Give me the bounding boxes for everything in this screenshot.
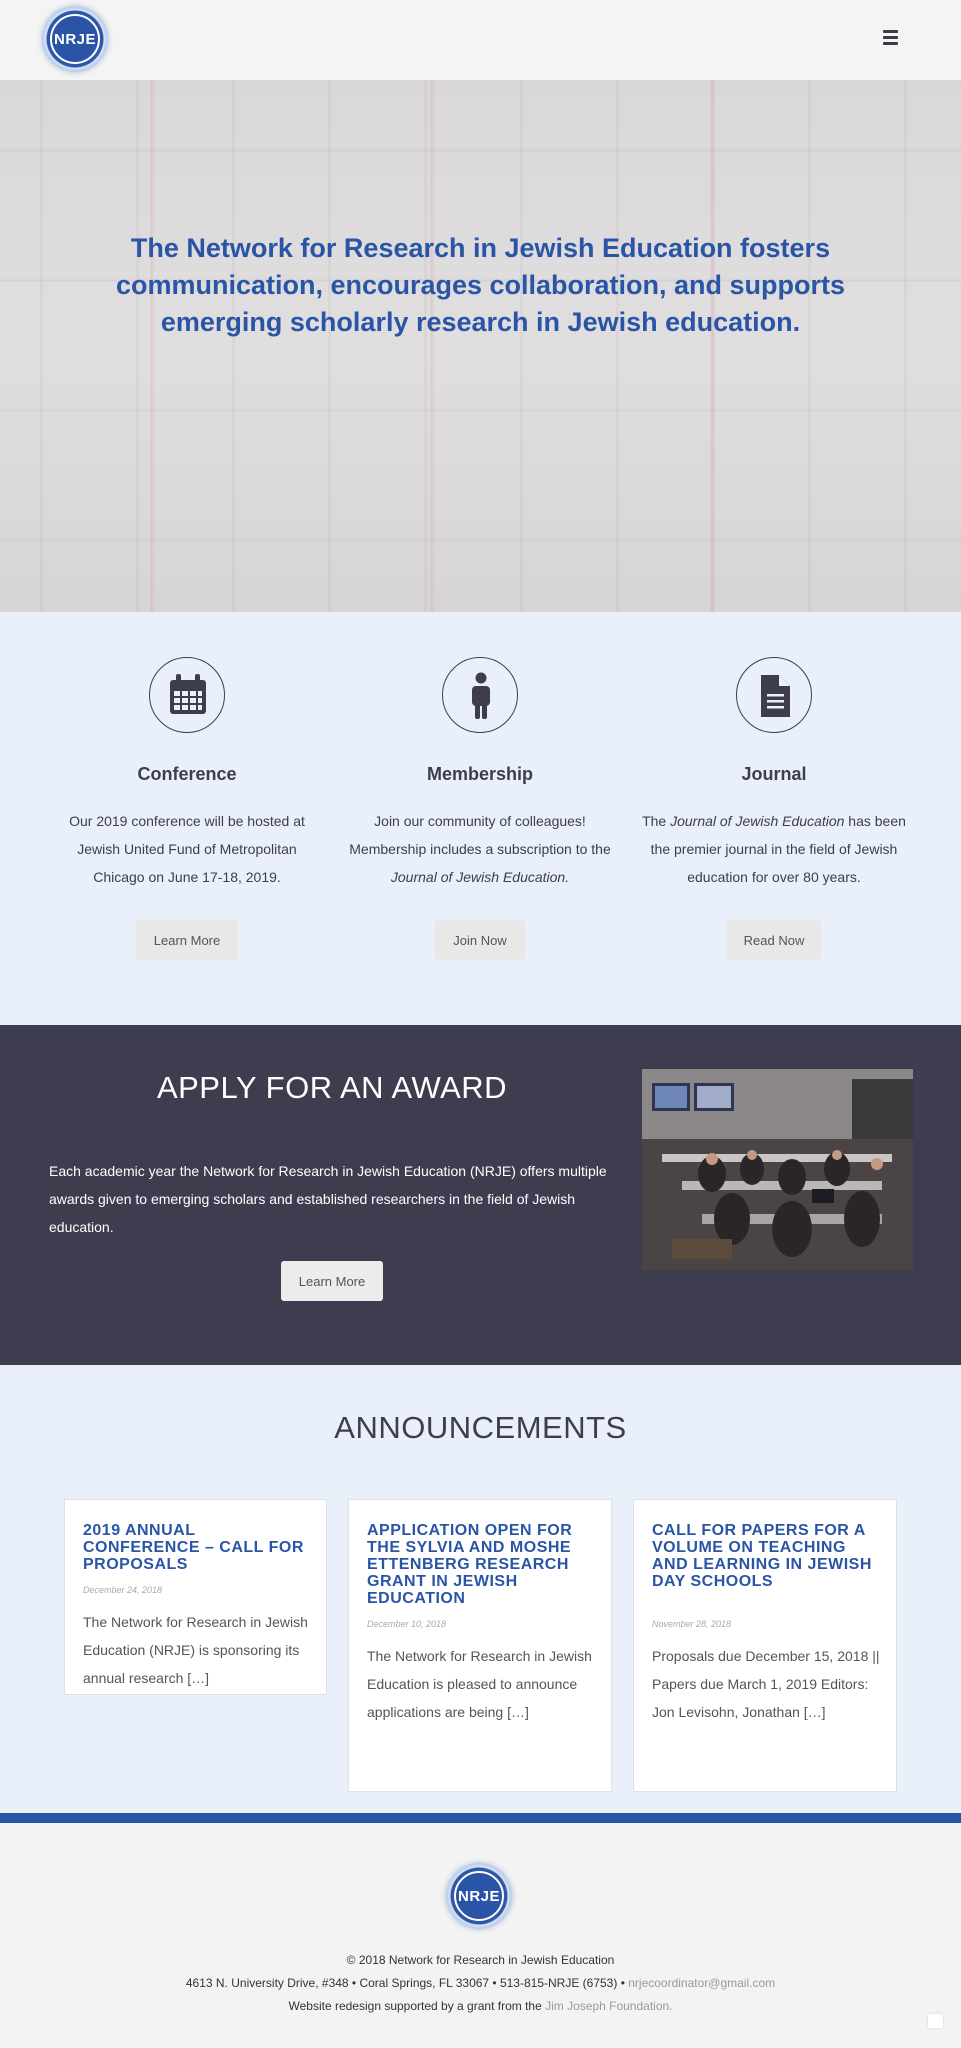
announcement-date: December 10, 2018 — [367, 1619, 447, 1629]
hero-banner: The Network for Research in Jewish Educa… — [0, 80, 961, 612]
announcement-date: November 28, 2018 — [652, 1619, 732, 1629]
document-icon — [736, 657, 812, 733]
award-learn-more-button[interactable]: Learn More — [281, 1261, 383, 1301]
feature-text: Join our community of colleagues! Member… — [349, 813, 611, 885]
features-section: Conference Our 2019 conference will be h… — [0, 612, 961, 1025]
feature-title: Journal — [741, 764, 807, 784]
logo-text: NRJE — [50, 14, 100, 64]
logo-text: NRJE — [454, 1871, 504, 1921]
announcement-title[interactable]: CALL FOR PAPERS FOR A VOLUME ON TEACHING… — [652, 1522, 882, 1590]
site-header: NRJE — [0, 0, 961, 80]
calendar-icon — [149, 657, 225, 733]
announcement-card[interactable]: 2019 ANNUAL CONFERENCE – CALL FOR PROPOS… — [64, 1499, 327, 1695]
join-now-button[interactable]: Join Now — [435, 920, 525, 960]
feature-title: Conference — [137, 764, 237, 784]
site-footer: NRJE © 2018 Network for Research in Jewi… — [0, 1823, 961, 2048]
footer-copyright: © 2018 Network for Research in Jewish Ed… — [346, 1953, 615, 1967]
award-section: APPLY FOR AN AWARD Each academic year th… — [0, 1025, 961, 1365]
announcements-title: ANNOUNCEMENTS — [334, 1410, 627, 1445]
announcement-title[interactable]: 2019 ANNUAL CONFERENCE – CALL FOR PROPOS… — [83, 1522, 313, 1573]
footer-grant: Website redesign supported by a grant fr… — [288, 1999, 673, 2013]
footer-email-link[interactable]: nrjecoordinator@gmail.com — [628, 1976, 775, 1990]
announcement-excerpt: The Network for Research in Jewish Educa… — [367, 1648, 592, 1720]
scroll-to-top-button[interactable] — [928, 2014, 943, 2028]
award-text: Each academic year the Network for Resea… — [49, 1163, 607, 1235]
read-now-button[interactable]: Read Now — [727, 920, 821, 960]
announcement-date: December 24, 2018 — [83, 1585, 163, 1595]
footer-logo[interactable]: NRJE — [446, 1863, 512, 1929]
hamburger-menu-icon[interactable] — [880, 27, 902, 49]
person-icon — [442, 657, 518, 733]
nrje-logo[interactable]: NRJE — [42, 6, 108, 72]
footer-accent-bar — [0, 1813, 961, 1823]
feature-text: Our 2019 conference will be hosted at Je… — [69, 813, 305, 885]
announcement-card[interactable]: APPLICATION OPEN FOR THE SYLVIA AND MOSH… — [348, 1499, 612, 1792]
award-title: APPLY FOR AN AWARD — [156, 1070, 508, 1105]
conference-learn-more-button[interactable]: Learn More — [136, 920, 238, 960]
announcement-card[interactable]: CALL FOR PAPERS FOR A VOLUME ON TEACHING… — [633, 1499, 897, 1792]
footer-address: 4613 N. University Drive, #348 • Coral S… — [185, 1976, 776, 1990]
announcement-excerpt: The Network for Research in Jewish Educa… — [83, 1614, 308, 1686]
announcements-section: ANNOUNCEMENTS 2019 ANNUAL CONFERENCE – C… — [0, 1365, 961, 1813]
feature-text: The Journal of Jewish Education has been… — [642, 813, 906, 885]
hero-tagline: The Network for Research in Jewish Educa… — [115, 233, 846, 337]
classroom-photo — [642, 1069, 913, 1270]
jim-joseph-foundation-link[interactable]: Jim Joseph Foundation. — [545, 1999, 672, 2013]
announcement-excerpt: Proposals due December 15, 2018 || Paper… — [652, 1648, 880, 1720]
feature-title: Membership — [426, 764, 534, 784]
announcement-title[interactable]: APPLICATION OPEN FOR THE SYLVIA AND MOSH… — [367, 1522, 597, 1607]
